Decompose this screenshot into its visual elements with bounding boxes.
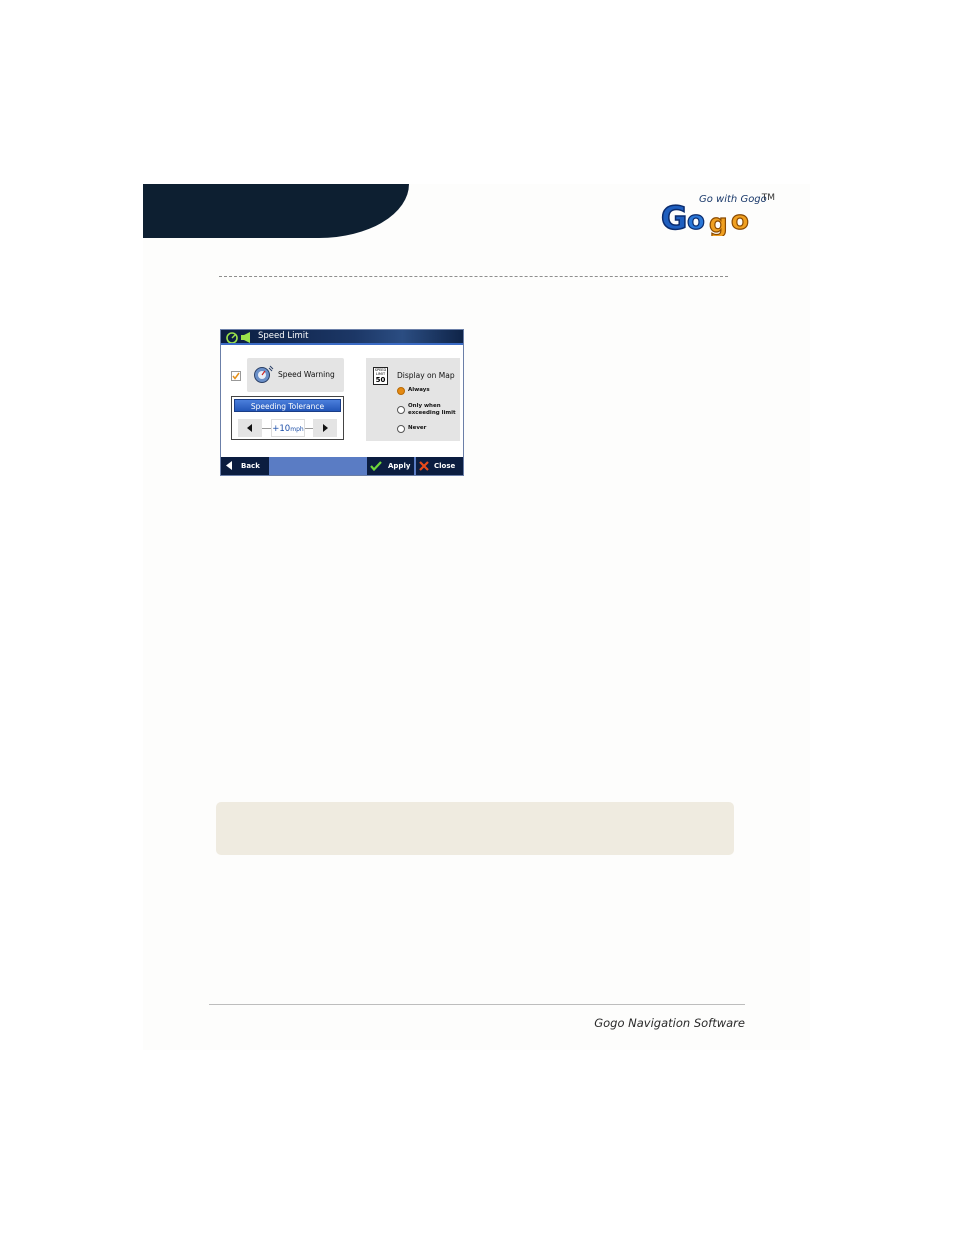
logo-wordmark-icon: G o g o — [660, 200, 749, 236]
radio-only-when-exceeding[interactable] — [397, 406, 405, 414]
tolerance-increase-button[interactable] — [313, 419, 337, 437]
screen-bottom-bar: Back Apply Close — [221, 457, 463, 475]
tolerance-track-right — [305, 428, 313, 429]
display-on-map-label: Display on Map — [397, 371, 455, 380]
speed-warning-button[interactable]: Speed Warning — [247, 358, 344, 392]
speed-warning-icon — [254, 365, 274, 383]
sign-number: 50 — [375, 376, 386, 384]
tolerance-track-left — [262, 428, 271, 429]
sign-top-text: SPEED LIMIT — [374, 368, 387, 376]
speedometer-speaker-icon — [226, 332, 250, 343]
screen-titlebar: Speed Limit — [221, 330, 463, 345]
footer-divider — [209, 1004, 745, 1005]
option-only-when-line2: exceeding limit — [408, 410, 456, 416]
tolerance-value: +10mph — [271, 419, 305, 437]
speed-limit-sign-icon: SPEED LIMIT 50 — [373, 367, 388, 385]
svg-text:G: G — [661, 200, 687, 236]
tolerance-number: +10 — [272, 424, 291, 434]
section-divider — [219, 276, 728, 277]
screen-title: Speed Limit — [258, 331, 309, 341]
option-never-label: Never — [408, 425, 427, 431]
check-icon — [370, 461, 382, 471]
tolerance-decrease-button[interactable] — [238, 419, 262, 437]
svg-text:g: g — [709, 209, 728, 236]
note-box — [216, 802, 734, 855]
close-icon — [419, 461, 429, 471]
close-label: Close — [434, 462, 456, 470]
speed-limit-screenshot: Speed Limit Speed Warning Speeding Toler… — [220, 329, 464, 476]
footer-text: Gogo Navigation Software — [594, 1016, 745, 1030]
back-arrow-icon — [226, 461, 232, 470]
svg-text:o: o — [731, 206, 749, 236]
titlebar-underline — [221, 343, 463, 345]
display-on-map-panel: SPEED LIMIT 50 Display on Map Always Onl… — [366, 358, 460, 441]
option-always-label: Always — [408, 387, 430, 393]
gogo-logo: Go with Gogo TM G o g o — [655, 186, 779, 238]
page-sheet — [143, 184, 810, 1050]
speed-warning-checkbox[interactable] — [231, 371, 241, 381]
apply-label: Apply — [388, 462, 411, 470]
checkmark-icon — [232, 372, 240, 380]
arrow-left-icon — [247, 424, 252, 432]
apply-button[interactable]: Apply — [367, 457, 414, 475]
back-label: Back — [241, 462, 260, 470]
tolerance-unit: mph — [290, 426, 304, 433]
arrow-right-icon — [323, 424, 328, 432]
back-button[interactable]: Back — [221, 457, 269, 475]
radio-never[interactable] — [397, 425, 405, 433]
option-only-when-line1: Only when — [408, 403, 441, 409]
svg-text:o: o — [687, 206, 705, 236]
close-button[interactable]: Close — [416, 457, 463, 475]
speeding-tolerance-header: Speeding Tolerance — [234, 399, 341, 412]
radio-always[interactable] — [397, 387, 405, 395]
speeding-tolerance-panel: Speeding Tolerance +10mph — [231, 396, 344, 440]
speed-warning-label: Speed Warning — [278, 370, 335, 379]
